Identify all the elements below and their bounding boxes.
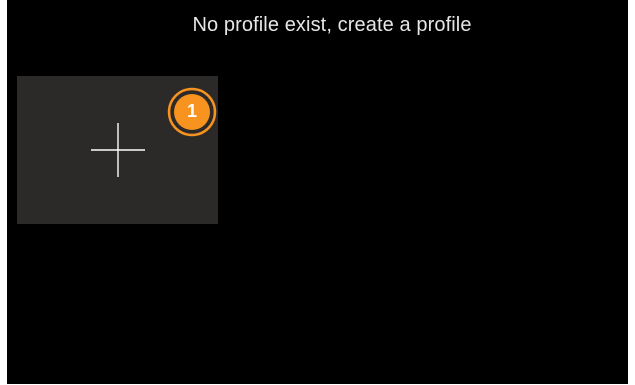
create-profile-button[interactable]: 1 bbox=[17, 76, 218, 224]
step-number-badge: 1 bbox=[167, 87, 217, 137]
profile-screen: No profile exist, create a profile 1 bbox=[7, 0, 628, 384]
page-title: No profile exist, create a profile bbox=[192, 14, 472, 36]
badge-number: 1 bbox=[186, 101, 197, 121]
plus-icon bbox=[91, 123, 145, 177]
